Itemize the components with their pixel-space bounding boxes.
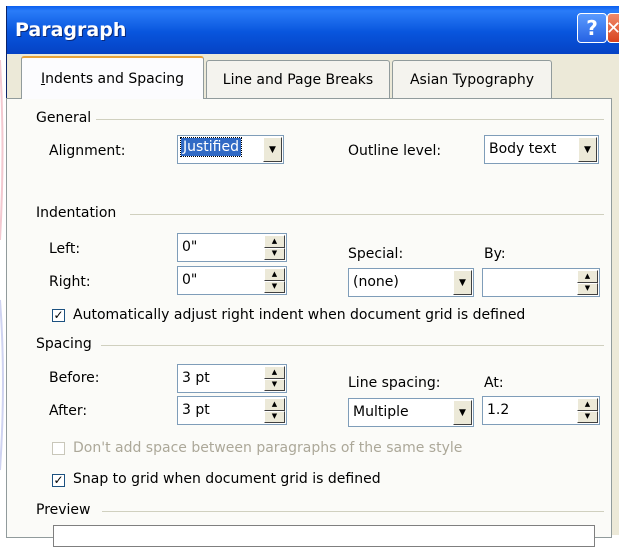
snap-to-grid-checkbox[interactable]: ✓ xyxy=(52,474,65,487)
preview-group-label: Preview xyxy=(36,502,91,518)
indentation-group-label: Indentation xyxy=(36,205,117,221)
title-bar[interactable]: Paragraph ? ✕ xyxy=(7,6,619,54)
tab-label: Indents and Spacing xyxy=(40,70,185,87)
outline-level-label: Outline level: xyxy=(348,143,442,159)
dropdown-arrow-icon[interactable]: ▼ xyxy=(263,137,282,162)
dont-add-space-label: Don't add space between paragraphs of th… xyxy=(73,440,463,456)
tab-label: Asian Typography xyxy=(409,71,535,88)
tab-asian-typography[interactable]: Asian Typography xyxy=(392,60,552,98)
spacing-before-value: 3 pt xyxy=(182,370,210,386)
right-indent-value: 0" xyxy=(182,272,198,288)
outline-level-dropdown[interactable]: Body text ▼ xyxy=(484,135,599,164)
at-value: 1.2 xyxy=(487,402,510,418)
spin-down-icon[interactable]: ▼ xyxy=(264,410,285,423)
left-indent-label: Left: xyxy=(49,241,81,257)
at-label: At: xyxy=(484,375,504,391)
tab-label: Line and Page Breaks xyxy=(222,71,374,88)
spin-up-icon[interactable]: ▲ xyxy=(264,235,285,248)
checkmark-icon: ✓ xyxy=(53,308,64,322)
spacing-after-spinner[interactable]: 3 pt ▲ ▼ xyxy=(177,396,287,425)
special-dropdown[interactable]: (none) ▼ xyxy=(348,268,474,297)
tab-label-rest: ndents and Spacing xyxy=(45,70,185,87)
by-label: By: xyxy=(484,246,506,262)
preview-area xyxy=(53,525,595,547)
by-spinner[interactable]: ▲ ▼ xyxy=(482,268,600,297)
group-divider xyxy=(96,119,604,120)
right-indent-spinner[interactable]: 0" ▲ ▼ xyxy=(177,266,287,295)
dont-add-space-checkbox xyxy=(52,442,65,455)
close-icon: ✕ xyxy=(608,18,619,39)
spacing-after-value: 3 pt xyxy=(182,402,210,418)
spin-up-icon[interactable]: ▲ xyxy=(577,398,598,411)
spin-up-icon[interactable]: ▲ xyxy=(264,398,285,411)
line-spacing-dropdown[interactable]: Multiple ▼ xyxy=(348,398,474,427)
at-spinner[interactable]: 1.2 ▲ ▼ xyxy=(482,396,600,425)
dropdown-arrow-icon[interactable]: ▼ xyxy=(453,270,472,295)
auto-adjust-checkbox[interactable]: ✓ xyxy=(52,309,65,322)
right-indent-label: Right: xyxy=(49,274,91,290)
spacing-before-label: Before: xyxy=(49,370,100,386)
line-spacing-label: Line spacing: xyxy=(348,375,441,391)
auto-adjust-label[interactable]: Automatically adjust right indent when d… xyxy=(73,307,525,323)
outline-level-value: Body text xyxy=(489,141,557,157)
spin-down-icon[interactable]: ▼ xyxy=(577,410,598,423)
help-button[interactable]: ? xyxy=(577,13,607,43)
group-divider xyxy=(102,511,604,512)
alignment-label: Alignment: xyxy=(49,143,126,159)
spin-down-icon[interactable]: ▼ xyxy=(264,280,285,293)
general-group-label: General xyxy=(36,110,92,126)
close-button[interactable]: ✕ xyxy=(607,13,619,43)
dialog-title: Paragraph xyxy=(15,19,127,41)
group-divider xyxy=(101,345,604,346)
spacing-after-label: After: xyxy=(49,403,88,419)
spin-up-icon[interactable]: ▲ xyxy=(577,270,598,283)
spacing-before-spinner[interactable]: 3 pt ▲ ▼ xyxy=(177,364,287,393)
spin-up-icon[interactable]: ▲ xyxy=(264,366,285,379)
spin-down-icon[interactable]: ▼ xyxy=(264,378,285,391)
alignment-value: Justified xyxy=(180,137,242,157)
dropdown-arrow-icon[interactable]: ▼ xyxy=(453,400,472,425)
alignment-dropdown[interactable]: Justified ▼ xyxy=(177,135,284,164)
left-indent-spinner[interactable]: 0" ▲ ▼ xyxy=(177,233,287,262)
help-icon: ? xyxy=(586,16,598,40)
checkmark-icon: ✓ xyxy=(53,473,64,487)
special-value: (none) xyxy=(353,274,399,290)
special-label: Special: xyxy=(348,246,404,262)
spin-down-icon[interactable]: ▼ xyxy=(577,282,598,295)
spin-up-icon[interactable]: ▲ xyxy=(264,268,285,281)
tab-line-and-page-breaks[interactable]: Line and Page Breaks xyxy=(206,60,390,98)
line-spacing-value: Multiple xyxy=(353,404,409,420)
tab-indents-and-spacing[interactable]: Indents and Spacing xyxy=(21,56,204,99)
group-divider xyxy=(130,214,604,215)
dropdown-arrow-icon[interactable]: ▼ xyxy=(578,137,597,162)
left-indent-value: 0" xyxy=(182,239,198,255)
snap-to-grid-label[interactable]: Snap to grid when document grid is defin… xyxy=(73,471,381,487)
spacing-group-label: Spacing xyxy=(36,336,92,352)
spin-down-icon[interactable]: ▼ xyxy=(264,247,285,260)
